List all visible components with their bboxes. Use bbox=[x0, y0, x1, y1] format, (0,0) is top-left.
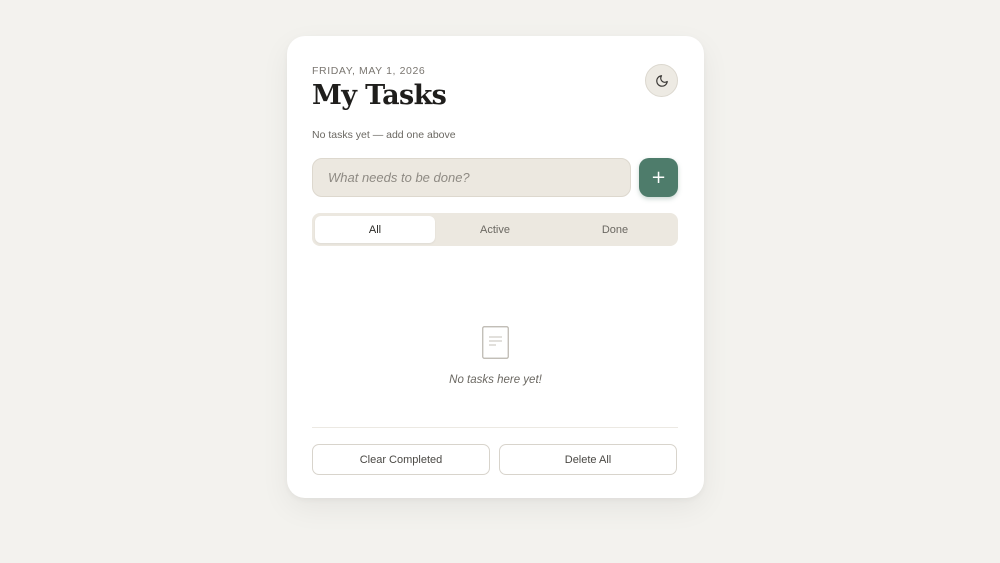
date-label: FRIDAY, MAY 1, 2026 bbox=[312, 65, 426, 77]
add-task-button[interactable]: + bbox=[639, 158, 678, 197]
moon-icon bbox=[655, 74, 668, 87]
delete-all-button[interactable]: Delete All bbox=[499, 444, 677, 475]
new-task-input[interactable] bbox=[312, 158, 631, 197]
tab-active[interactable]: Active bbox=[435, 216, 555, 243]
task-card: FRIDAY, MAY 1, 2026 My Tasks No tasks ye… bbox=[287, 36, 704, 498]
filter-tabs: All Active Done bbox=[312, 213, 678, 246]
document-icon bbox=[482, 326, 509, 359]
divider bbox=[312, 427, 678, 428]
empty-state-text: No tasks here yet! bbox=[449, 374, 542, 386]
tab-all[interactable]: All bbox=[315, 216, 435, 243]
clear-completed-button[interactable]: Clear Completed bbox=[312, 444, 490, 475]
task-summary: No tasks yet — add one above bbox=[312, 129, 456, 141]
tab-done[interactable]: Done bbox=[555, 216, 675, 243]
theme-toggle-button[interactable] bbox=[645, 64, 678, 97]
page-title: My Tasks bbox=[312, 80, 447, 111]
